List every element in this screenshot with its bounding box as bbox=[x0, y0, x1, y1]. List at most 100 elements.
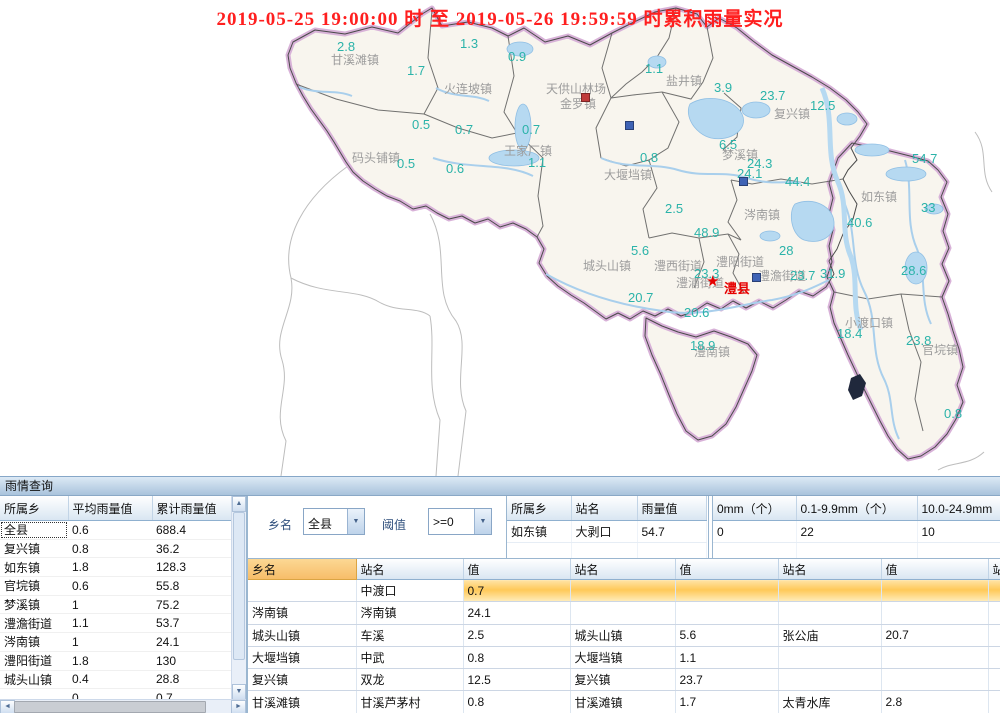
col-header-total-rain[interactable]: 累计雨量值 bbox=[152, 496, 232, 521]
table-row[interactable]: 澧澹街道1.153.7 bbox=[0, 614, 232, 633]
col-header-station[interactable]: 站名 bbox=[571, 496, 637, 521]
table-cell: 130 bbox=[152, 651, 232, 670]
table-cell: 双龙 bbox=[356, 669, 463, 691]
table-row[interactable]: 大堰垱镇中武0.8大堰垱镇1.1 bbox=[248, 646, 1000, 668]
table-cell: 涔南镇 bbox=[0, 633, 68, 652]
col-header-value[interactable]: 值 bbox=[463, 559, 570, 580]
table-row[interactable]: 如东镇1.8128.3 bbox=[0, 558, 232, 577]
map-rainfall-value: 23.7 bbox=[790, 268, 815, 283]
table-row[interactable]: 如东镇大剥口54.7 bbox=[507, 521, 706, 543]
table-cell bbox=[881, 580, 988, 602]
station-marker-icon bbox=[581, 93, 590, 102]
table-row[interactable]: 梦溪镇175.2 bbox=[0, 595, 232, 614]
scroll-right-icon[interactable]: ► bbox=[231, 700, 246, 713]
table-row[interactable]: 复兴镇0.836.2 bbox=[0, 539, 232, 558]
table-cell bbox=[881, 602, 988, 624]
col-header-0-9mm[interactable]: 0.1-9.9mm（个） bbox=[796, 496, 917, 521]
scrollbar-thumb[interactable] bbox=[14, 701, 206, 713]
table-cell: 0.8 bbox=[68, 539, 152, 558]
map-rainfall-value: 1.1 bbox=[528, 155, 546, 170]
map-rainfall-value: 28.6 bbox=[901, 263, 926, 278]
map-town-label: 如东镇 bbox=[861, 188, 897, 205]
col-header-0mm[interactable]: 0mm（个） bbox=[713, 496, 796, 521]
table-cell bbox=[778, 669, 881, 691]
col-header-station[interactable]: 站名 bbox=[570, 559, 675, 580]
table-row[interactable]: 02210 bbox=[713, 521, 1000, 543]
table-row[interactable]: 中渡口0.7 bbox=[248, 580, 1000, 602]
table-cell: 0.8 bbox=[463, 691, 570, 713]
map-town-label: 盐井镇 bbox=[666, 72, 702, 89]
map-rainfall-value: 12.5 bbox=[810, 98, 835, 113]
table-cell: 2.5 bbox=[463, 624, 570, 646]
map-rainfall-value: 0.7 bbox=[455, 122, 473, 137]
table-cell: 23.7 bbox=[675, 669, 778, 691]
chevron-down-icon[interactable]: ▼ bbox=[474, 509, 491, 534]
map-rainfall-value: 23.7 bbox=[760, 88, 785, 103]
col-header-town[interactable]: 所属乡 bbox=[0, 496, 68, 521]
table-cell: 1.1 bbox=[675, 646, 778, 668]
col-header-rain[interactable]: 雨量值 bbox=[637, 496, 706, 521]
table-cell: 太青水库 bbox=[778, 691, 881, 713]
col-header-avg-rain[interactable]: 平均雨量值 bbox=[68, 496, 152, 521]
col-header-value[interactable]: 值 bbox=[881, 559, 988, 580]
horizontal-scrollbar[interactable]: ◄ ► bbox=[0, 699, 246, 713]
table-row[interactable]: 复兴镇双龙12.5复兴镇23.7 bbox=[248, 669, 1000, 691]
table-cell: 36.2 bbox=[152, 539, 232, 558]
col-header-station[interactable]: 站名 bbox=[778, 559, 881, 580]
table-row[interactable]: 城头山镇车溪2.5城头山镇5.6张公庙20.7 bbox=[248, 624, 1000, 646]
table-cell: 0.6 bbox=[68, 577, 152, 596]
station-detail-table: 乡名 站名 值 站名 值 站名 值 站 中渡口0.7涔南镇涔南镇24.1城头山镇… bbox=[248, 559, 1000, 713]
map-rainfall-value: 0.7 bbox=[522, 122, 540, 137]
town-filter-dropdown[interactable]: 全县 ▼ bbox=[303, 508, 365, 535]
table-row[interactable]: 甘溪滩镇甘溪芦茅村0.8甘溪滩镇1.7太青水库2.8 bbox=[248, 691, 1000, 713]
table-row[interactable]: 涔南镇124.1 bbox=[0, 633, 232, 652]
map-labels-layer: 甘溪滩镇火连坡镇天供山林场金罗镇盐井镇复兴镇码头铺镇王家厂镇大堰垱镇梦溪镇涔南镇… bbox=[0, 0, 1000, 476]
max-station-box: 所属乡 站名 雨量值 如东镇大剥口54.7 bbox=[506, 496, 709, 558]
scrollbar-thumb[interactable] bbox=[233, 512, 245, 660]
town-filter-value: 全县 bbox=[304, 509, 347, 534]
table-cell: 涔南镇 bbox=[356, 602, 463, 624]
map-rainfall-value: 18.9 bbox=[690, 338, 715, 353]
scroll-down-icon[interactable]: ▼ bbox=[232, 684, 246, 700]
county-star-icon: ★ bbox=[706, 277, 719, 287]
table-cell: 1.8 bbox=[68, 558, 152, 577]
table-cell bbox=[881, 646, 988, 668]
threshold-label: 阈值 bbox=[382, 516, 406, 533]
station-marker-icon bbox=[752, 273, 761, 282]
vertical-scrollbar[interactable]: ▲ ▼ bbox=[231, 496, 246, 700]
map-rainfall-value: 20.6 bbox=[684, 305, 709, 320]
map-rainfall-value: 18.4 bbox=[837, 326, 862, 341]
col-header-town[interactable]: 所属乡 bbox=[507, 496, 571, 521]
table-row[interactable]: 全县0.6688.4 bbox=[0, 521, 232, 540]
col-header-value[interactable]: 值 bbox=[675, 559, 778, 580]
rain-query-panel: 雨情查询 所属乡 平均雨量值 累计雨量值 全县0.6688.4复兴镇0.836.… bbox=[0, 476, 1000, 713]
rain-range-stats-box: 0mm（个） 0.1-9.9mm（个） 10.0-24.9mm（个） 02210 bbox=[712, 496, 1000, 558]
table-row[interactable]: 涔南镇涔南镇24.1 bbox=[248, 602, 1000, 624]
col-header-station[interactable]: 站 bbox=[988, 559, 1000, 580]
table-cell: 24.1 bbox=[463, 602, 570, 624]
table-cell bbox=[988, 602, 1000, 624]
table-row[interactable]: 澧阳街道1.8130 bbox=[0, 651, 232, 670]
table-row[interactable]: 官垸镇0.655.8 bbox=[0, 577, 232, 596]
scroll-up-icon[interactable]: ▲ bbox=[232, 496, 246, 512]
table-cell bbox=[570, 580, 675, 602]
table-row[interactable]: 城头山镇0.428.8 bbox=[0, 670, 232, 689]
col-header-station[interactable]: 站名 bbox=[356, 559, 463, 580]
table-cell: 10 bbox=[917, 521, 1000, 543]
table-cell: 128.3 bbox=[152, 558, 232, 577]
table-cell bbox=[988, 624, 1000, 646]
map-rainfall-value: 6.5 bbox=[719, 137, 737, 152]
chevron-down-icon[interactable]: ▼ bbox=[347, 509, 364, 534]
table-cell bbox=[988, 646, 1000, 668]
table-cell: 如东镇 bbox=[507, 521, 571, 543]
scroll-left-icon[interactable]: ◄ bbox=[0, 700, 15, 713]
table-cell: 1.1 bbox=[68, 614, 152, 633]
table-cell bbox=[675, 580, 778, 602]
threshold-dropdown[interactable]: >=0 ▼ bbox=[428, 508, 492, 535]
map-title: 2019-05-25 19:00:00 时 至 2019-05-26 19:59… bbox=[216, 4, 783, 31]
table-cell bbox=[778, 580, 881, 602]
col-header-10-24mm[interactable]: 10.0-24.9mm（个） bbox=[917, 496, 1000, 521]
rainfall-map[interactable]: 甘溪滩镇火连坡镇天供山林场金罗镇盐井镇复兴镇码头铺镇王家厂镇大堰垱镇梦溪镇涔南镇… bbox=[0, 0, 1000, 476]
map-rainfall-value: 0.5 bbox=[397, 156, 415, 171]
col-header-town[interactable]: 乡名 bbox=[248, 559, 356, 580]
